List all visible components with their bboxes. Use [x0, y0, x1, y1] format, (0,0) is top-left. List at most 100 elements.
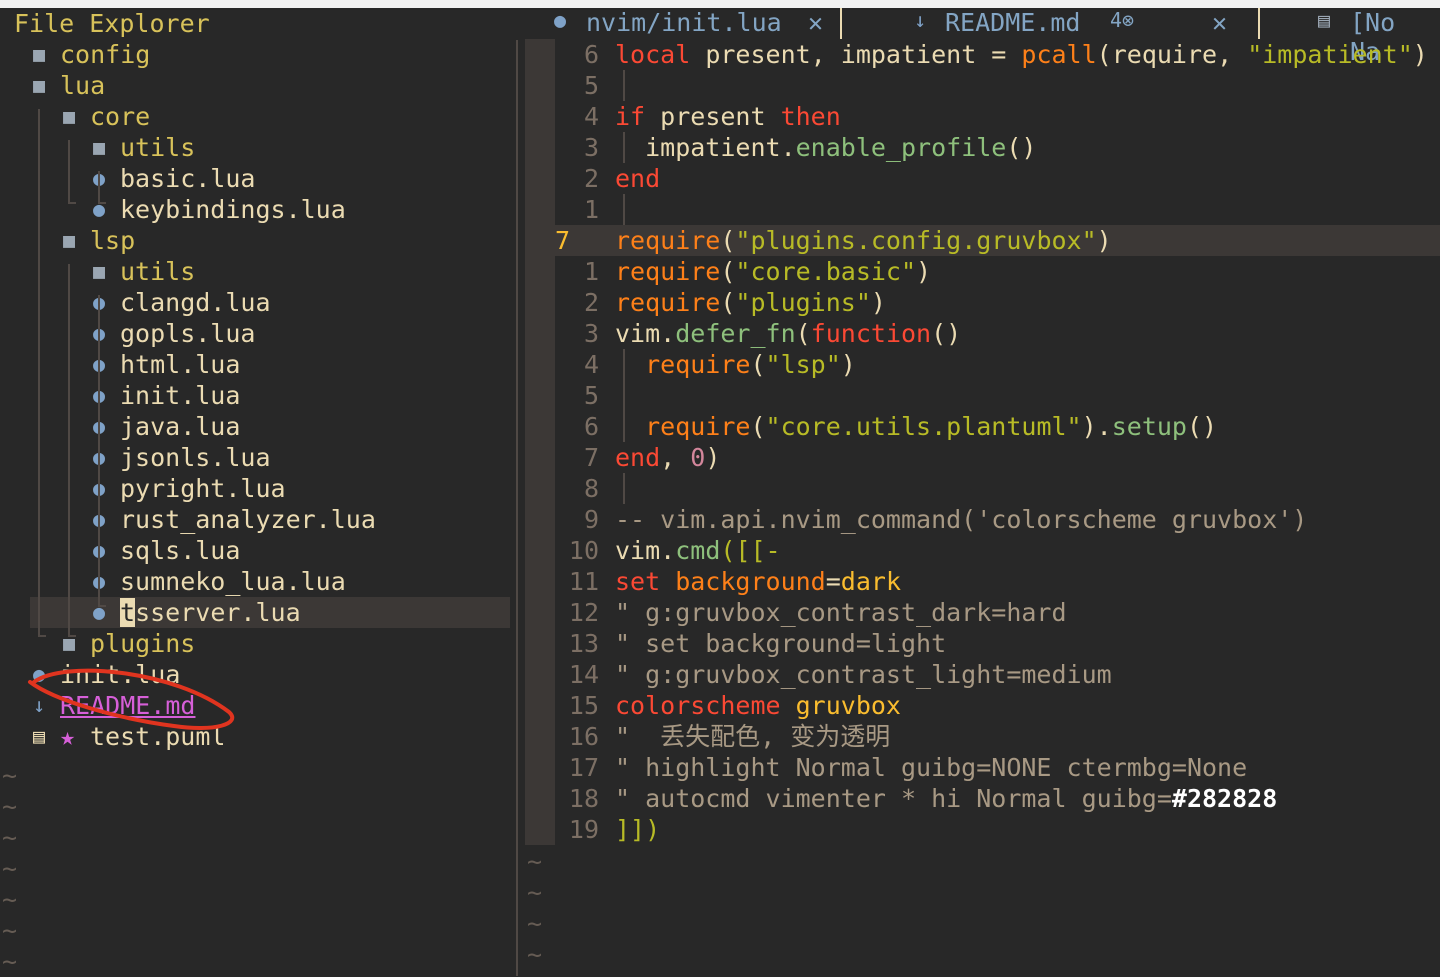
end-of-buffer-tilde: ~ — [2, 823, 18, 852]
tree-item-label: jsonls.lua — [120, 443, 271, 472]
code-token: ) — [916, 257, 932, 286]
code-line[interactable]: " set background=light — [615, 628, 946, 659]
code-token: ( — [795, 319, 811, 348]
code-token: 0 — [690, 443, 706, 472]
tree-file[interactable]: ● init.lua — [0, 380, 512, 411]
line-number: 15 — [568, 691, 599, 720]
diagnostic-count-badge: 4⊗ — [1110, 8, 1135, 32]
code-token: -- vim.api.nvim_command('colorscheme gru… — [615, 505, 1308, 534]
cursor-char: t — [120, 598, 136, 627]
code-line[interactable]: " highlight Normal guibg=NONE ctermbg=No… — [615, 752, 1247, 783]
tree-file[interactable]: ● init.lua — [0, 659, 512, 690]
code-line[interactable]: set background=dark — [615, 566, 901, 597]
code-line[interactable]: vim.cmd([[- — [615, 535, 781, 566]
code-token: vim. — [615, 319, 676, 348]
code-token: end — [615, 443, 661, 472]
tree-file[interactable]: ● rust_analyzer.lua — [0, 504, 512, 535]
tree-file[interactable]: ● clangd.lua — [0, 287, 512, 318]
code-line[interactable]: impatient.enable_profile() — [615, 132, 1036, 163]
tree-file[interactable]: ● html.lua — [0, 349, 512, 380]
window-top-edge — [0, 0, 1440, 8]
tree-indent-guide — [38, 109, 40, 635]
line-number: 4 — [583, 350, 599, 379]
code-token: ( — [720, 257, 736, 286]
code-token: require — [615, 288, 721, 317]
code-line[interactable]: -- vim.api.nvim_command('colorscheme gru… — [615, 504, 1307, 535]
tree-item-label: keybindings.lua — [120, 195, 346, 224]
markdown-icon: ↓ — [32, 693, 46, 717]
tree-item-label: clangd.lua — [120, 288, 271, 317]
code-line[interactable]: require("core.basic") — [615, 256, 931, 287]
line-number: 10 — [568, 536, 599, 565]
folder-icon: ■ — [92, 259, 106, 283]
tree-file[interactable]: ● tsserver.lua — [30, 597, 510, 628]
tree-indent-guide-end — [68, 635, 76, 637]
tree-indent-guide-end — [98, 202, 106, 204]
line-number: 1 — [583, 257, 599, 286]
tree-file[interactable]: ● keybindings.lua — [0, 194, 512, 225]
line-number: 5 — [583, 71, 599, 100]
code-line[interactable]: " autocmd vimenter * hi Normal guibg=#28… — [615, 783, 1277, 814]
code-line[interactable]: end, 0) — [615, 442, 720, 473]
tab-readme-md[interactable]: README.md — [945, 8, 1080, 37]
code-line[interactable]: require("plugins.config.gruvbox") — [615, 225, 1112, 256]
code-token: present — [645, 102, 781, 131]
code-line[interactable]: colorscheme gruvbox — [615, 690, 901, 721]
line-number: 1 — [583, 195, 599, 224]
close-icon[interactable]: ✕ — [1212, 8, 1227, 37]
tree-file[interactable]: ● sqls.lua — [0, 535, 512, 566]
code-line[interactable]: vim.defer_fn(function() — [615, 318, 961, 349]
tree-folder[interactable]: ■ utils — [0, 256, 512, 287]
code-line[interactable]: " g:gruvbox_contrast_light=medium — [615, 659, 1112, 690]
tree-folder[interactable]: ■ lua — [0, 70, 512, 101]
code-line[interactable]: require("plugins") — [615, 287, 886, 318]
tree-file[interactable]: ● sumneko_lua.lua — [0, 566, 512, 597]
code-indent-guide — [623, 132, 625, 163]
code-line[interactable]: local present, impatient = pcall(require… — [615, 39, 1428, 70]
close-icon[interactable]: ✕ — [808, 8, 823, 37]
line-number: 13 — [568, 629, 599, 658]
document-icon: ▤ — [1318, 8, 1331, 32]
code-line[interactable]: " 丢失配色, 变为透明 — [615, 721, 890, 752]
tab-nvim-init-lua[interactable]: nvim/init.lua — [586, 8, 782, 37]
code-token: ) — [1096, 226, 1112, 255]
tree-file[interactable]: ● java.lua — [0, 411, 512, 442]
code-line[interactable]: require("lsp") — [615, 349, 856, 380]
tree-file[interactable]: ● basic.lua — [0, 163, 512, 194]
code-line[interactable]: " g:gruvbox_contrast_dark=hard — [615, 597, 1067, 628]
file-explorer-panel[interactable]: File Explorer ■ config ■ lua ■ core ■ utils ● bas… — [0, 8, 516, 976]
tab-separator — [840, 8, 842, 39]
tree-folder[interactable]: ■ lsp — [0, 225, 512, 256]
tree-indent-guide-end — [98, 605, 106, 607]
tree-file[interactable]: ● gopls.lua — [0, 318, 512, 349]
code-token: setup — [1111, 412, 1187, 441]
code-line[interactable]: require("core.utils.plantuml").setup() — [615, 411, 1217, 442]
code-token: "core.basic" — [735, 257, 917, 286]
code-token: local — [615, 40, 691, 69]
line-number: 7 — [583, 443, 599, 472]
tree-folder[interactable]: ■ plugins — [0, 628, 512, 659]
tree-file[interactable]: ↓ README.md — [0, 690, 512, 721]
window-separator[interactable] — [516, 40, 518, 976]
tree-folder[interactable]: ■ utils — [0, 132, 512, 163]
tree-folder[interactable]: ■ config — [0, 39, 512, 70]
tree-item-label: utils — [120, 133, 196, 162]
code-line[interactable]: ]]) — [615, 814, 660, 845]
code-token: ([[- — [720, 536, 781, 565]
tree-item-label: java.lua — [120, 412, 241, 441]
tree-item-label: sqls.lua — [120, 536, 241, 565]
lua-icon: ● — [554, 8, 567, 32]
end-of-buffer-tilde: ~ — [2, 885, 18, 914]
code-token: end — [615, 164, 661, 193]
tree-file[interactable]: ▤ ★ test.puml — [0, 721, 512, 752]
code-token: impatient. — [615, 133, 796, 162]
code-line[interactable]: if present then — [615, 101, 841, 132]
code-line[interactable]: end — [615, 163, 660, 194]
tree-file[interactable]: ● pyright.lua — [0, 473, 512, 504]
tree-file[interactable]: ● jsonls.lua — [0, 442, 512, 473]
folder-open-icon: ■ — [62, 104, 76, 128]
tree-indent-guide — [68, 264, 70, 635]
tree-folder[interactable]: ■ core — [0, 101, 512, 132]
code-token: " 丢失配色, 变为透明 — [615, 722, 891, 751]
explorer-title: File Explorer — [14, 9, 210, 38]
